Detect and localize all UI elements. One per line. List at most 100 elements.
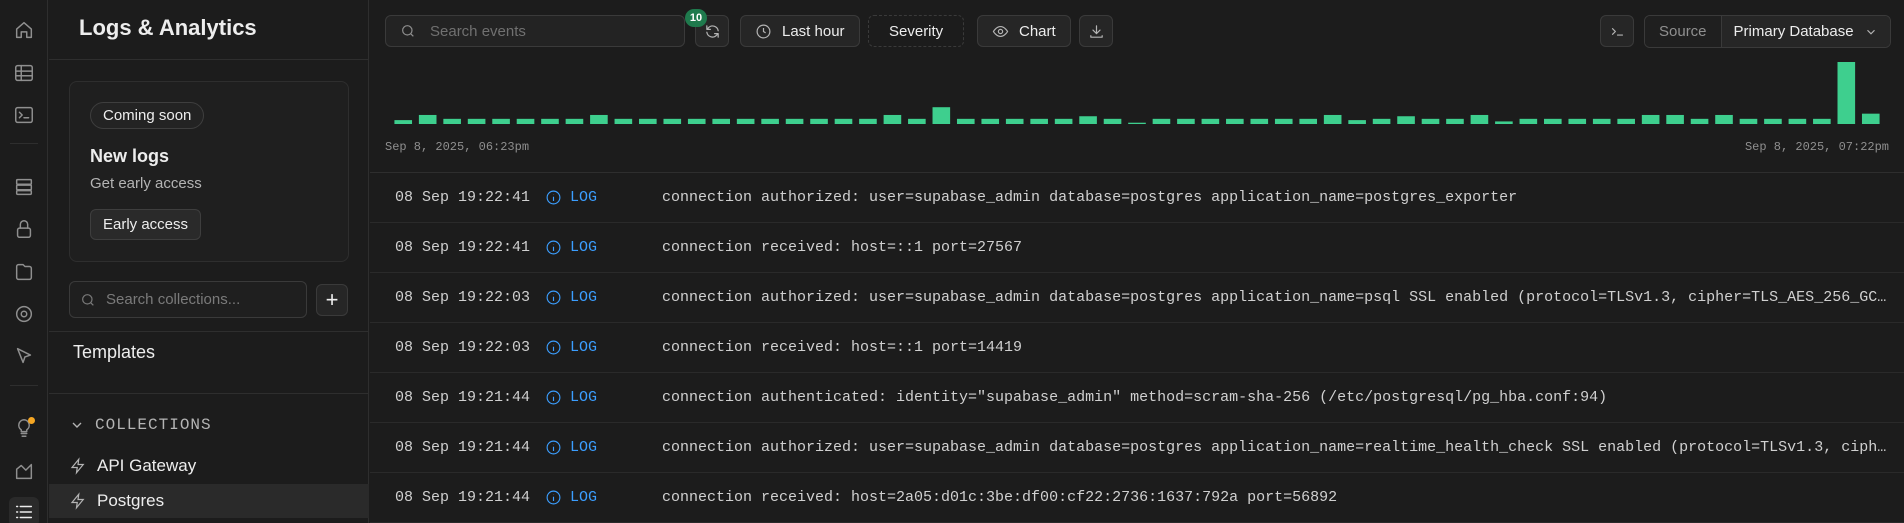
histogram-bar[interactable] — [1690, 118, 1709, 124]
histogram-bar[interactable] — [516, 118, 535, 124]
cursor-icon[interactable] — [9, 341, 39, 371]
logs-icon[interactable] — [9, 497, 39, 523]
refresh-icon — [705, 24, 719, 38]
histogram-bar[interactable] — [1543, 118, 1562, 124]
histogram-bar[interactable] — [1103, 118, 1122, 124]
histogram-bar[interactable] — [663, 118, 682, 124]
histogram-bar[interactable] — [687, 118, 706, 124]
histogram-bar[interactable] — [1274, 118, 1293, 124]
histogram-bar[interactable] — [1372, 118, 1391, 124]
histogram-bar[interactable] — [394, 120, 413, 124]
histogram-bar[interactable] — [1715, 114, 1733, 124]
histogram-bar[interactable] — [1005, 118, 1024, 124]
histogram-bar[interactable] — [1788, 118, 1807, 124]
histogram-bar[interactable] — [1519, 118, 1538, 124]
histogram-bar[interactable] — [883, 114, 902, 124]
histogram-bar[interactable] — [1397, 116, 1415, 124]
histogram-bar[interactable] — [834, 118, 853, 124]
sql-editor-icon[interactable] — [9, 100, 39, 130]
histogram-bar[interactable] — [1348, 120, 1366, 124]
templates-link[interactable]: Templates — [73, 342, 155, 363]
histogram-bar[interactable] — [932, 107, 951, 124]
collection-item-api-gateway[interactable]: API Gateway — [49, 449, 369, 483]
histogram-bar[interactable] — [639, 118, 657, 124]
histogram-bar[interactable] — [565, 118, 584, 124]
histogram-bar[interactable] — [590, 114, 608, 124]
histogram-bar[interactable] — [1226, 118, 1244, 124]
chart-end-label: Sep 8, 2025, 07:22pm — [1744, 140, 1889, 154]
add-collection-button[interactable]: + — [316, 284, 348, 316]
histogram-bar[interactable] — [981, 118, 1000, 124]
histogram-bar[interactable] — [1470, 114, 1489, 124]
search-events-input[interactable] — [430, 22, 670, 40]
collection-item-postgres[interactable]: Postgres — [49, 484, 369, 518]
home-icon[interactable] — [9, 15, 39, 45]
time-range-button[interactable]: Last hour — [740, 15, 860, 47]
histogram-bar[interactable] — [1030, 118, 1048, 124]
histogram-bar[interactable] — [1837, 62, 1856, 124]
early-access-button[interactable]: Early access — [90, 209, 202, 240]
histogram-bar[interactable] — [541, 118, 559, 124]
histogram-bar[interactable] — [1421, 118, 1440, 124]
lightbulb-icon[interactable] — [9, 413, 39, 443]
histogram-bar[interactable] — [1568, 118, 1587, 124]
histogram-bar[interactable] — [1323, 114, 1342, 124]
log-row[interactable]: 08 Sep 19:22:03 LOG connection authorized:… — [370, 273, 1904, 323]
histogram-bar[interactable] — [1299, 118, 1318, 124]
severity-filter-button[interactable]: Severity — [868, 15, 965, 47]
log-row[interactable]: 08 Sep 19:22:41 LOG connection received: h… — [370, 223, 1904, 273]
histogram-bar[interactable] — [859, 118, 877, 124]
table-editor-icon[interactable] — [9, 58, 39, 88]
histogram-bar[interactable] — [1861, 113, 1880, 124]
page-title: Logs & Analytics — [79, 15, 257, 40]
histogram-bar[interactable] — [492, 118, 510, 124]
log-row[interactable]: 08 Sep 19:22:41 LOG connection authorized:… — [370, 173, 1904, 223]
histogram-bar[interactable] — [1617, 118, 1635, 124]
histogram-bar[interactable] — [712, 118, 731, 124]
collections-search-input[interactable] — [106, 291, 306, 308]
histogram-bar[interactable] — [761, 118, 779, 124]
histogram-bar[interactable] — [418, 114, 437, 124]
histogram-bar[interactable] — [614, 118, 633, 124]
histogram-bar[interactable] — [1592, 118, 1611, 124]
histogram-bar[interactable] — [443, 118, 461, 124]
histogram-bar[interactable] — [467, 118, 486, 124]
reports-icon[interactable] — [9, 456, 39, 486]
storage-icon[interactable] — [9, 257, 39, 287]
histogram-bar[interactable] — [1666, 114, 1684, 124]
log-row[interactable]: 08 Sep 19:21:44 LOG connection received: h… — [370, 473, 1904, 523]
promo-title: New logs — [90, 146, 170, 166]
histogram-bar[interactable] — [1054, 118, 1073, 124]
histogram-bar[interactable] — [736, 118, 755, 124]
histogram-bar[interactable] — [1177, 118, 1195, 124]
collections-header[interactable]: COLLECTIONS — [69, 416, 212, 434]
log-row[interactable]: 08 Sep 19:21:44 LOG connection authenticat… — [370, 373, 1904, 423]
histogram-bar[interactable] — [1495, 121, 1513, 124]
database-icon[interactable] — [9, 172, 39, 202]
histogram-bar[interactable] — [1079, 116, 1097, 124]
histogram-bar[interactable] — [1250, 118, 1269, 124]
histogram-bar[interactable] — [1201, 118, 1220, 124]
log-level: LOG — [545, 389, 662, 406]
histogram-bar[interactable] — [956, 118, 975, 124]
chart-toggle-button[interactable]: Chart — [977, 15, 1071, 47]
terminal-button[interactable] — [1600, 15, 1634, 47]
histogram-bar[interactable] — [1764, 118, 1782, 124]
app-window: Logs & Analytics Coming soon New logs Ge… — [0, 0, 1904, 523]
histogram-bar[interactable] — [1813, 118, 1831, 124]
log-row[interactable]: 08 Sep 19:21:44 LOG connection authorized:… — [370, 423, 1904, 473]
realtime-icon[interactable] — [9, 299, 39, 329]
lock-icon[interactable] — [9, 214, 39, 244]
histogram-bar[interactable] — [1152, 118, 1171, 124]
histogram-bar[interactable] — [1128, 122, 1146, 124]
log-row[interactable]: 08 Sep 19:22:03 LOG connection received: h… — [370, 323, 1904, 373]
source-dropdown[interactable]: Primary Database — [1721, 16, 1890, 47]
download-button[interactable] — [1079, 15, 1113, 47]
toolbar: 10 Last hour Severity Chart Source — [370, 0, 1904, 60]
histogram-bar[interactable] — [785, 118, 804, 124]
histogram-bar[interactable] — [1739, 118, 1758, 124]
histogram-bar[interactable] — [908, 118, 926, 124]
histogram-bar[interactable] — [810, 118, 828, 124]
histogram-bar[interactable] — [1446, 118, 1464, 124]
histogram-bar[interactable] — [1641, 114, 1660, 124]
